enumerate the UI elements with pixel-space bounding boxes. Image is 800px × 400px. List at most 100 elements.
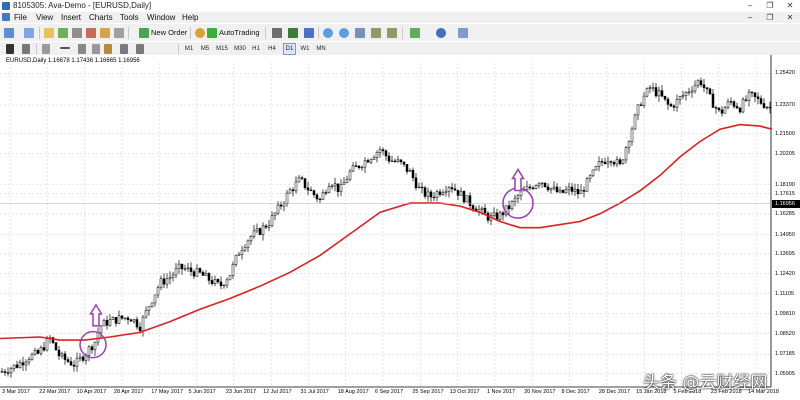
zoom-out-icon[interactable] (339, 28, 349, 38)
date-tick-label: 10 Apr 2017 (76, 389, 107, 395)
auto-trading-button[interactable]: AutoTrading (219, 28, 260, 37)
chart-window[interactable]: EURUSD,Daily 1.16678 1.17436 1.16665 1.1… (0, 55, 800, 400)
candle-body (480, 207, 484, 210)
window-title: 8105305: Ava-Demo - [EURUSD,Daily] (13, 1, 152, 10)
strategy-tester-icon[interactable] (100, 28, 110, 38)
price-tick-label: 1.13695 (775, 250, 795, 257)
watermark: 头条 @云财经网 (643, 373, 768, 393)
menu-charts[interactable]: Charts (89, 13, 113, 22)
terminal-icon[interactable] (86, 28, 96, 38)
candle-body (300, 177, 304, 179)
minimize-button[interactable]: – (740, 0, 760, 12)
candle-body (675, 98, 679, 108)
text-label-icon[interactable] (120, 44, 128, 54)
candle-body (573, 188, 577, 192)
date-tick-label: 12 Jul 2017 (263, 389, 292, 395)
timeframe-m1[interactable]: M1 (184, 44, 194, 54)
candle-body (435, 191, 439, 198)
candle-body (588, 175, 592, 179)
vertical-line-icon[interactable] (42, 44, 50, 54)
candle-body (462, 191, 466, 203)
auto-scroll-icon[interactable] (387, 28, 397, 38)
candle-body (21, 362, 25, 366)
cursor-icon[interactable] (6, 44, 14, 54)
timeframe-h4[interactable]: H4 (267, 44, 277, 54)
candle-body (180, 263, 184, 270)
navigator-icon[interactable] (72, 28, 82, 38)
line-chart-icon[interactable] (304, 28, 314, 38)
timeframe-m30[interactable]: M30 (233, 44, 247, 54)
new-order-icon[interactable] (139, 28, 149, 38)
channel-icon[interactable] (92, 44, 100, 54)
app-icon (2, 2, 10, 10)
candle-body (375, 152, 379, 158)
candle-body (258, 228, 262, 235)
candle-body (528, 186, 532, 189)
profiles-icon[interactable] (24, 28, 34, 38)
templates-icon[interactable] (458, 28, 468, 38)
fibonacci-icon[interactable] (104, 44, 112, 54)
candle-body (153, 294, 157, 304)
menu-view[interactable]: View (36, 13, 53, 22)
timeframe-mn[interactable]: MN (315, 44, 327, 54)
data-window-icon[interactable] (58, 28, 68, 38)
menu-window[interactable]: Window (147, 13, 175, 22)
settings-icon[interactable] (114, 28, 124, 38)
menu-file[interactable]: File (14, 13, 27, 22)
candle-body (690, 90, 694, 93)
indicators-icon[interactable] (410, 28, 420, 38)
timeframe-d1[interactable]: D1 (283, 43, 296, 55)
candle-body (189, 267, 193, 272)
candle-body (534, 185, 538, 189)
candlestick-chart-icon[interactable] (288, 28, 298, 38)
bar-chart-icon[interactable] (272, 28, 282, 38)
timeframe-w1[interactable]: W1 (300, 44, 310, 54)
timeframe-m5[interactable]: M5 (200, 44, 210, 54)
chart-shift-icon[interactable] (371, 28, 381, 38)
crosshair-icon[interactable] (22, 44, 30, 54)
periods-icon[interactable] (436, 28, 446, 38)
close-button[interactable]: ✕ (780, 0, 800, 12)
chart-header: EURUSD,Daily 1.16678 1.17436 1.16665 1.1… (6, 58, 140, 64)
arrows-icon[interactable] (136, 44, 144, 54)
candle-body (174, 268, 178, 276)
tile-windows-icon[interactable] (355, 28, 365, 38)
candle-body (756, 96, 760, 99)
menu-tools[interactable]: Tools (120, 13, 139, 22)
new-order-button[interactable]: New Order (151, 28, 187, 37)
timeframe-m15[interactable]: M15 (215, 44, 229, 54)
menu-insert[interactable]: Insert (61, 13, 81, 22)
auto-trading-icon[interactable] (195, 28, 205, 38)
price-chart[interactable] (0, 55, 800, 400)
highlight-circle (79, 330, 107, 359)
maximize-button[interactable]: ❐ (760, 0, 780, 12)
candle-body (255, 228, 259, 232)
new-chart-icon[interactable] (4, 28, 14, 38)
candle-body (711, 93, 715, 108)
current-price-label: 1.16956 (772, 199, 800, 208)
candle-body (69, 361, 73, 366)
candle-body (30, 353, 34, 360)
trendline-icon[interactable] (78, 44, 86, 54)
market-watch-icon[interactable] (44, 28, 54, 38)
candle-body (483, 207, 487, 214)
candle-body (657, 90, 661, 97)
candle-body (192, 271, 196, 277)
zoom-in-icon[interactable] (323, 28, 333, 38)
candle-body (162, 278, 166, 285)
auto-trading-play-icon[interactable] (207, 28, 217, 38)
price-tick-label: 1.20205 (775, 150, 795, 157)
candle-body (744, 99, 748, 101)
horizontal-line-icon[interactable] (60, 47, 70, 49)
menu-help[interactable]: Help (182, 13, 198, 22)
candle-body (36, 350, 40, 354)
candle-body (18, 362, 22, 368)
candle-body (165, 278, 169, 285)
candle-body (579, 190, 583, 195)
candle-body (567, 186, 571, 191)
candle-body (390, 160, 394, 163)
timeframe-h1[interactable]: H1 (251, 44, 261, 54)
candle-body (543, 182, 547, 188)
candle-body (336, 183, 340, 192)
candle-body (606, 161, 610, 164)
